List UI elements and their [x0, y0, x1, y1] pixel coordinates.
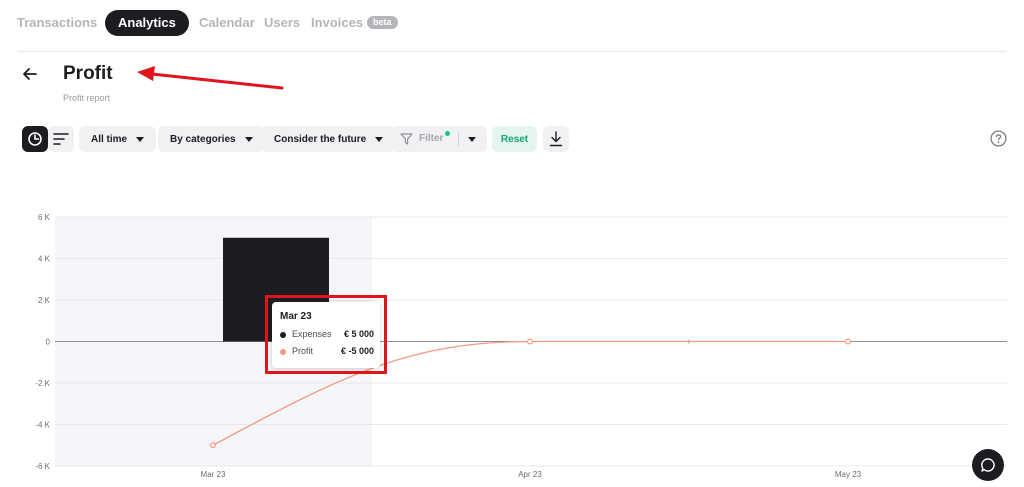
y-tick-label: -6 K — [35, 462, 50, 471]
y-tick-label: 6 K — [38, 213, 51, 222]
profit-chart: 6 K 4 K 2 K 0 -2 K -4 K -6 K Mar 23 Apr 23 May 23 — [35, 213, 1007, 479]
profit-point — [210, 442, 217, 449]
x-tick-label: Mar 23 — [201, 470, 226, 479]
chat-button[interactable] — [972, 449, 1004, 481]
x-tick-label: Apr 23 — [518, 470, 542, 479]
x-tick-label: May 23 — [835, 470, 862, 479]
profit-point — [526, 338, 533, 345]
y-tick-label: 4 K — [38, 255, 51, 264]
y-tick-label: 2 K — [38, 296, 51, 305]
y-tick-label: -2 K — [35, 379, 50, 388]
y-tick-label: 0 — [46, 338, 51, 347]
annotation-highlight-box — [265, 295, 387, 374]
chat-icon — [981, 458, 995, 472]
y-tick-label: -4 K — [35, 421, 50, 430]
profit-point — [844, 338, 851, 345]
app-root: Transactions Analytics Calendar Users In… — [0, 0, 1024, 487]
